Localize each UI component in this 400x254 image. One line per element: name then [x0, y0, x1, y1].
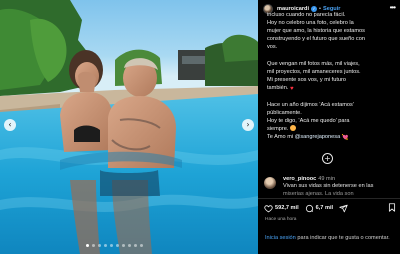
- caption-text: siempre.: [267, 126, 289, 133]
- post-timestamp[interactable]: Hace una hora: [265, 217, 296, 222]
- divider: [258, 198, 400, 199]
- post-detail-panel: mauroicardi ✓ • Seguir ••• incluso cuand…: [258, 0, 400, 254]
- caption-line: Hoy te digo, ‘Acá me quedo’ para: [267, 118, 350, 125]
- caption-line: incluso cuando no parecía fácil.: [267, 12, 346, 18]
- likes-count[interactable]: 592,7 mil: [275, 205, 299, 211]
- carousel-dot: [104, 244, 107, 247]
- login-link[interactable]: Inicia sesión: [265, 235, 296, 241]
- comment-action[interactable]: 6,7 mil: [305, 204, 333, 213]
- comments-count[interactable]: 6,7 mil: [316, 205, 333, 211]
- smiling-face-icon: [290, 125, 297, 132]
- carousel-dot: [116, 244, 119, 247]
- load-more-comments-button[interactable]: +: [322, 153, 333, 164]
- red-heart-icon: ♥: [290, 85, 294, 92]
- previous-photo-button[interactable]: ‹: [4, 119, 16, 131]
- caption-line: Te Amo mi @sangrejaponesa 💘: [267, 133, 397, 142]
- comment-body: vero_pinooc 49 min Vivan sus vidas sin de…: [283, 176, 395, 198]
- share-action[interactable]: [339, 204, 348, 213]
- caption-line: Hoy no celebro una foto, celebro la: [267, 20, 354, 27]
- carousel-dot: [128, 244, 131, 247]
- like-action[interactable]: 592,7 mil: [264, 204, 299, 213]
- carousel-dot: [122, 244, 125, 247]
- caption-line: Que vengan mil fotos más, mil viajes,: [267, 60, 360, 67]
- carousel-dot: [86, 244, 89, 247]
- post-caption: incluso cuando no parecía fácil. Hoy no …: [267, 11, 397, 143]
- pool-scene-image: [0, 0, 258, 254]
- carousel-dot: [98, 244, 101, 247]
- carousel-indicator: [86, 244, 143, 247]
- login-prompt-text: para indicar que te gusta o comentar.: [297, 235, 390, 241]
- caption-line: Hace un año dijimos ‘Acá estamos’: [267, 102, 355, 109]
- heart-with-arrow-icon: 💘: [341, 135, 349, 142]
- carousel-dot: [140, 244, 143, 247]
- caption-text: también.: [267, 84, 289, 91]
- caption-line: también. ♥: [267, 84, 397, 93]
- caption-text: Te Amo mi: [267, 134, 294, 141]
- bookmark-icon[interactable]: [388, 203, 396, 212]
- carousel-dot: [92, 244, 95, 247]
- caption-line: siempre.: [267, 125, 397, 133]
- caption-line: mujer que amo, la historia que estamos: [267, 28, 365, 35]
- caption-line: vos.: [267, 44, 278, 51]
- commenter-avatar[interactable]: [264, 177, 276, 189]
- comment-text-truncated: miserias ajenas. La vida son: [283, 190, 354, 197]
- post-photo[interactable]: ‹ ›: [0, 0, 258, 254]
- comment-icon[interactable]: [305, 204, 314, 213]
- next-photo-button[interactable]: ›: [242, 119, 254, 131]
- comment-text: Vivan sus vidas sin detenerse en las: [283, 183, 374, 190]
- caption-line: mil proyectos, mil amaneceres juntos.: [267, 68, 361, 75]
- caption-line: Mi presente sos vos, y mi futuro: [267, 76, 346, 83]
- share-icon[interactable]: [339, 204, 348, 213]
- mention-link[interactable]: @sangrejaponesa: [295, 134, 341, 140]
- login-prompt: Inicia sesión para indicar que te gusta …: [265, 234, 395, 242]
- action-bar: 592,7 mil 6,7 mil: [264, 202, 396, 214]
- carousel-dot: [110, 244, 113, 247]
- caption-line: construyendo y el futuro que sueño con: [267, 36, 365, 43]
- commenter-username[interactable]: vero_pinooc: [283, 176, 316, 182]
- heart-icon[interactable]: [264, 204, 273, 213]
- carousel-dot: [134, 244, 137, 247]
- caption-line: públicamente.: [267, 110, 302, 117]
- comment-time: 49 min: [318, 176, 336, 182]
